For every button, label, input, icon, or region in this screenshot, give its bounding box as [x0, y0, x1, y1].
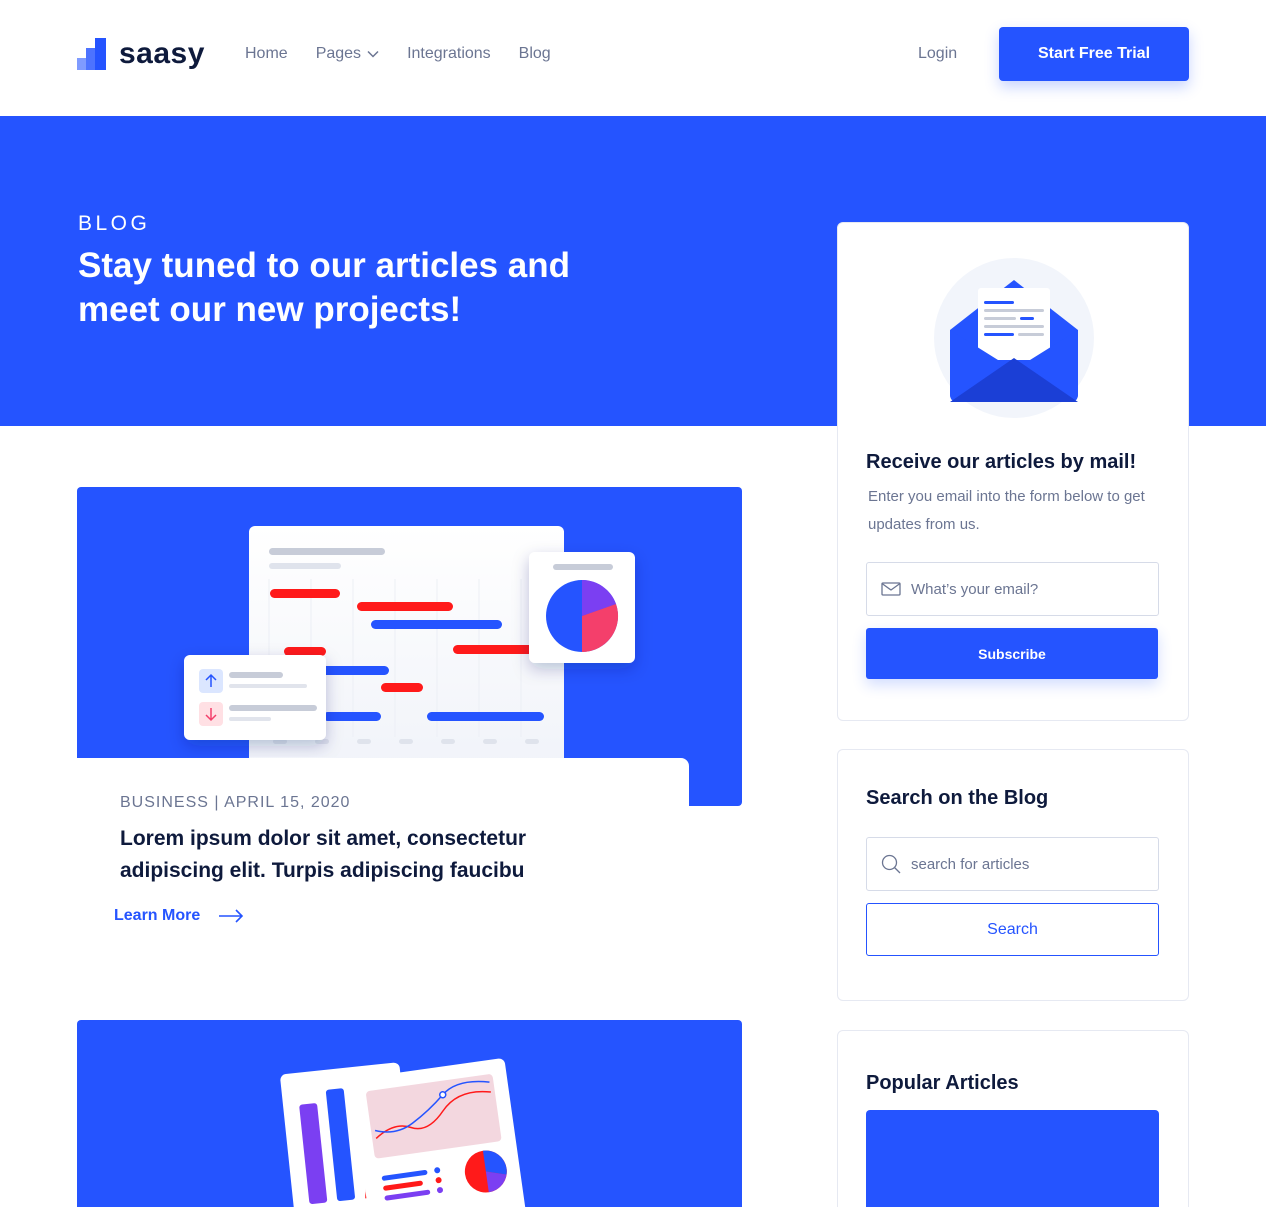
hero-eyebrow: BLOG [78, 212, 151, 235]
popular-title: Popular Articles [866, 1072, 1019, 1094]
nav-link-pages-label: Pages [315, 45, 362, 62]
popular-articles-card: Popular Articles [837, 1030, 1189, 1207]
nav-link-home[interactable]: Home [245, 44, 288, 64]
brand-name: saasy [119, 37, 205, 70]
logo-bars-icon [77, 38, 107, 70]
search-card: Search on the Blog search for articles S… [837, 749, 1189, 1001]
post-image-reports[interactable] [77, 1020, 742, 1207]
post-meta: BUSINESS | APRIL 15, 2020 [120, 794, 351, 811]
learn-more-label: Learn More [114, 907, 201, 924]
mail-icon [881, 582, 901, 596]
search-title: Search on the Blog [866, 787, 1049, 809]
start-free-trial-button[interactable]: Start Free Trial [999, 27, 1189, 81]
post-title[interactable]: Lorem ipsum dolor sit amet, consectetur … [120, 823, 560, 887]
nav-link-blog[interactable]: Blog [519, 44, 551, 64]
popular-article-image[interactable] [866, 1110, 1159, 1207]
reports-illustration [280, 1058, 528, 1207]
chevron-down-icon [367, 50, 379, 58]
subscribe-title: Receive our articles by mail! [866, 451, 1137, 473]
search-placeholder: search for articles [911, 855, 1030, 873]
arrow-right-icon [219, 909, 244, 923]
nav-link-pages[interactable]: Pages [316, 44, 379, 64]
login-link[interactable]: Login [918, 44, 957, 64]
main-nav: Home Pages Integrations Blog [245, 44, 551, 64]
email-placeholder: What’s your email? [911, 580, 1039, 598]
subscribe-card: Receive our articles by mail! Enter you … [837, 222, 1189, 721]
email-field[interactable]: What’s your email? [866, 562, 1159, 616]
search-icon [881, 854, 901, 874]
top-navbar: saasy Home Pages Integrations Blog Login… [0, 0, 1266, 116]
nav-link-integrations[interactable]: Integrations [407, 44, 491, 64]
hero-title: Stay tuned to our articles and meet our … [78, 246, 571, 329]
learn-more-link[interactable]: Learn More [114, 907, 244, 925]
search-button[interactable]: Search [866, 903, 1159, 956]
search-input[interactable]: search for articles [866, 837, 1159, 891]
subscribe-button[interactable]: Subscribe [866, 628, 1158, 679]
brand-logo[interactable]: saasy [77, 38, 205, 70]
subscribe-description: Enter you email into the form below to g… [868, 488, 1145, 533]
envelope-icon [934, 258, 1094, 418]
